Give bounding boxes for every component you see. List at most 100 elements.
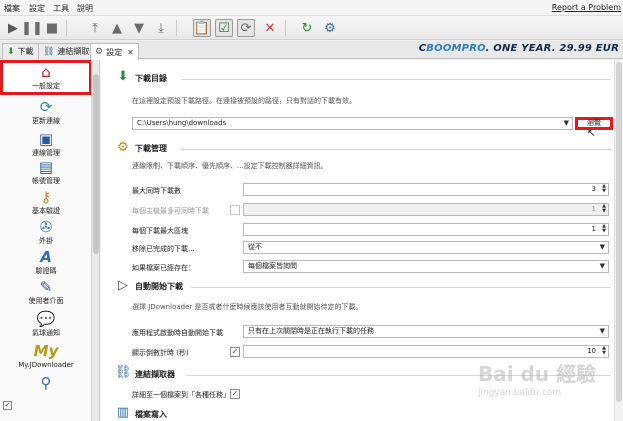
move-bottom-icon[interactable]: ⤓ <box>152 19 170 37</box>
sidebar-item-label: 連線管理 <box>32 149 60 157</box>
max-sim-downloads-spinner[interactable]: 3 ▲ ▼ <box>243 183 609 196</box>
myjd-icon: My <box>33 342 59 360</box>
spinner-value: 3 <box>591 185 596 193</box>
captcha-icon: A <box>40 248 52 266</box>
sidebar-bottom-checkbox[interactable]: ✓ <box>3 401 12 410</box>
section-title-autostart: 自動開始下載 <box>135 282 183 291</box>
section-desc: 連線限制、下載順序、優先順序、...設定下載控制器詳細資訊。 <box>132 162 328 170</box>
sidebar-scrollbar[interactable] <box>92 60 100 421</box>
max-sim-downloads-label: 最大同時下載數 <box>132 187 181 195</box>
menu-tools[interactable]: 工具 <box>53 3 69 14</box>
download-mgmt-icon: ⚙ <box>117 140 129 155</box>
section-divider <box>191 287 611 288</box>
remove-finished-label: 移除已完成的下載... <box>132 245 195 253</box>
autostart-on-launch-select[interactable]: 只有在上次關閉時是正在執行下載的任務 ▼ <box>243 325 609 338</box>
move-up-icon[interactable]: ▲ <box>108 19 126 37</box>
max-per-host-checkbox[interactable] <box>230 205 240 215</box>
chevron-down-icon[interactable]: ▼ <box>600 261 605 272</box>
basic-auth-icon: ⚷ <box>40 188 52 206</box>
menu-settings[interactable]: 設定 <box>29 3 45 14</box>
report-problem-link[interactable]: Report a Problem <box>552 3 621 12</box>
update-icon[interactable]: ↻ <box>298 19 316 37</box>
toolbar-separator <box>176 20 177 36</box>
tab-download[interactable]: ⬇ 下載 <box>2 43 39 59</box>
menu-help[interactable]: 說明 <box>77 3 93 14</box>
mouse-cursor-icon: ↖ <box>587 128 596 139</box>
chevron-down-icon[interactable]: ▼ <box>564 118 569 129</box>
connection-icon: ▣ <box>38 130 54 148</box>
toolbar-separator <box>66 20 67 36</box>
sidebar-item-label: 更新連線 <box>32 117 60 125</box>
menu-bar: 檔案 設定 工具 說明 Report a Problem <box>0 0 623 16</box>
tab-settings[interactable]: ⚙ 設定 ✕ <box>90 43 139 60</box>
move-top-icon[interactable]: ⤒ <box>86 19 104 37</box>
sidebar-item-bubble-notify[interactable]: 💬 氣球通知 <box>0 310 91 342</box>
autostart-on-launch-label: 應用程式啟動時自動開始下載 <box>132 329 223 337</box>
sidebar-item-myjd[interactable]: My My.JDownloader <box>0 342 91 374</box>
max-chunks-spinner[interactable]: 1 ▲ ▼ <box>243 223 609 236</box>
link-grabber-option-label: 詳細至一個檔案到「各種任務」 <box>132 391 230 399</box>
promo-banner[interactable]: CBOOMPRO. ONE YEAR. 29.99 EUR <box>419 43 619 54</box>
sidebar-item-more[interactable]: ⚲ <box>0 374 91 406</box>
remove-finished-select[interactable]: 從不 ▼ <box>243 241 609 254</box>
play-icon[interactable]: ▶ <box>4 19 22 37</box>
stop-icon[interactable]: ■ <box>43 19 61 37</box>
clipboard-icon[interactable]: 📋 <box>193 19 211 37</box>
chevron-down-icon[interactable]: ▼ <box>600 242 605 253</box>
sidebar-item-captcha[interactable]: A 驗證碼 <box>0 248 91 280</box>
countdown-checkbox[interactable]: ✓ <box>230 347 240 357</box>
promo-text: . ONE YEAR. 29.99 EUR <box>485 43 619 54</box>
section-divider <box>181 79 611 80</box>
sidebar-item-label: 基本驗證 <box>32 207 60 215</box>
spinner-arrows-icon[interactable]: ▲ ▼ <box>602 204 606 214</box>
watermark-url: jingyan.baidu.com <box>478 388 562 398</box>
auto-confirm-icon[interactable]: ☑ <box>215 19 233 37</box>
scrollbar-thumb[interactable] <box>616 62 622 402</box>
section-divider <box>181 149 611 150</box>
remove-icon[interactable]: ✕ <box>261 19 279 37</box>
sidebar-item-basic-auth[interactable]: ⚷ 基本驗證 <box>0 188 91 220</box>
menu-file[interactable]: 檔案 <box>4 3 20 14</box>
browse-label: 瀏覽 <box>587 119 601 127</box>
file-writing-icon: ▥ <box>116 405 130 420</box>
download-path-value: C:\Users\hung\downloads <box>137 119 227 127</box>
download-path-field[interactable]: C:\Users\hung\downloads ▼ <box>132 117 573 130</box>
spinner-arrows-icon[interactable]: ▲ ▼ <box>602 346 606 356</box>
autostart-icon: ▷ <box>118 278 128 293</box>
spinner-arrows-icon[interactable]: ▲ ▼ <box>602 184 606 194</box>
settings-scrollbar[interactable] <box>614 60 623 421</box>
file-exists-label: 如果檔案已經存在： <box>132 264 195 272</box>
pause-icon[interactable]: ❚❚ <box>21 19 43 37</box>
file-exists-select[interactable]: 每個檔案皆詢問 ▼ <box>243 260 609 273</box>
tab-strip: ⬇ 下載 ⛓ 連結擷取器 ⚙ 設定 ✕ CBOOMPRO. ONE YEAR. … <box>0 41 623 60</box>
user-interface-icon: ✎ <box>39 278 53 296</box>
reconnect-icon: ⟳ <box>39 98 53 116</box>
sidebar-item-label: 外掛 <box>39 237 53 245</box>
link-grabber-option-checkbox[interactable]: ✓ <box>230 389 240 399</box>
sidebar-item-accounts[interactable]: ▤ 帳號管理 <box>0 158 91 190</box>
max-chunks-label: 每個下載最大區塊 <box>132 227 188 235</box>
sidebar-item-user-interface[interactable]: ✎ 使用者介面 <box>0 278 91 310</box>
select-value: 只有在上次關閉時是正在執行下載的任務 <box>248 327 374 335</box>
reconnect-icon[interactable]: ⟳ <box>237 19 255 37</box>
max-per-host-spinner[interactable]: 1 ▲ ▼ <box>243 203 609 216</box>
sidebar-item-general[interactable]: ⌂ 一般設定 <box>0 60 91 95</box>
sidebar-item-label: 使用者介面 <box>28 297 64 305</box>
download-dir-icon: ⬇ <box>117 69 129 84</box>
spinner-arrows-icon[interactable]: ▲ ▼ <box>602 224 606 234</box>
bubble-notify-icon: 💬 <box>36 310 56 328</box>
chevron-down-icon[interactable]: ▼ <box>600 326 605 337</box>
settings-icon[interactable]: ⚙ <box>321 19 339 37</box>
countdown-label: 顯示倒數計時 (秒) <box>132 349 189 357</box>
tab-label: 設定 <box>106 47 123 57</box>
sidebar-item-label: My.JDownloader <box>18 361 74 369</box>
spinner-value: 10 <box>587 347 596 355</box>
move-down-icon[interactable]: ▼ <box>130 19 148 37</box>
sidebar-item-reconnect[interactable]: ⟳ 更新連線 <box>0 98 91 130</box>
sidebar-item-plugins[interactable]: ✇ 外掛 <box>0 218 91 250</box>
scrollbar-thumb[interactable] <box>93 74 99 254</box>
spinner-value: 1 <box>591 205 596 213</box>
countdown-spinner[interactable]: 10 ▲ ▼ <box>243 345 609 358</box>
close-icon[interactable]: ✕ <box>127 48 134 57</box>
section-desc: 選擇 JDownloader 是否或者什麼時候應該使用者互動就開始待定的下載。 <box>132 303 363 311</box>
